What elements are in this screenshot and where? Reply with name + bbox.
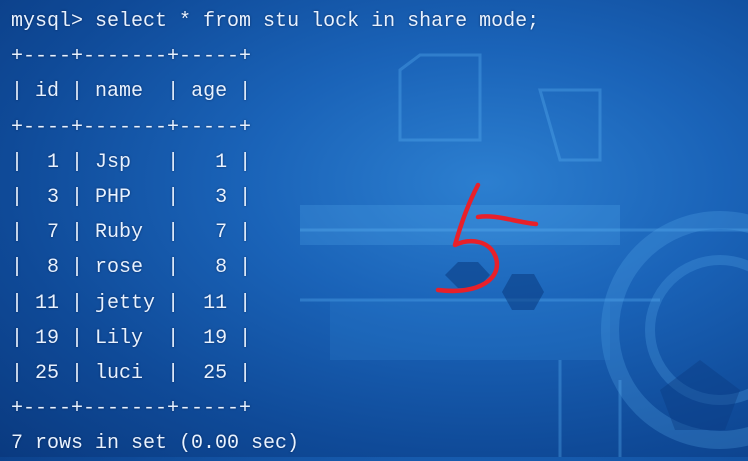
handwritten-annotation xyxy=(435,182,539,294)
